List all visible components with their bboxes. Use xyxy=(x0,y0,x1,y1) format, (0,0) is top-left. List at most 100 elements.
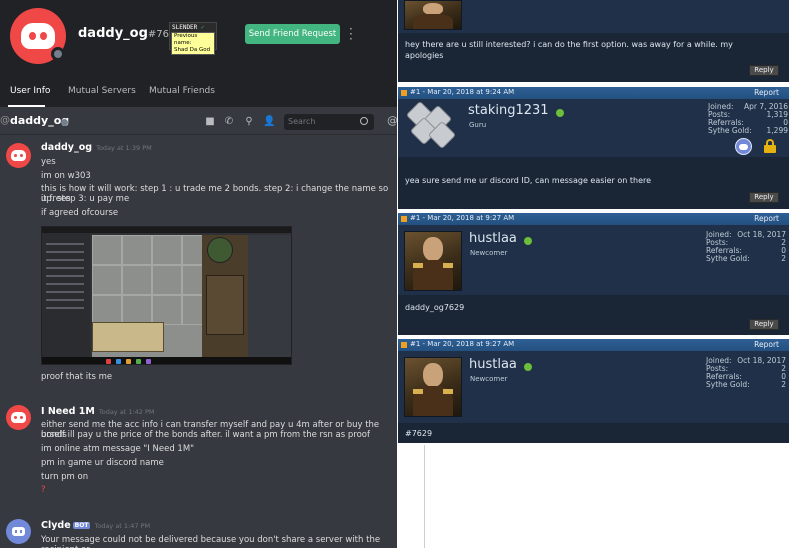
post-body: #7629 xyxy=(398,423,789,443)
post-container: #1 - Mar 20, 2018 at 9:27 AM Report hust… xyxy=(398,213,789,335)
clyde-bot-icon xyxy=(12,527,25,536)
post-username[interactable]: hustlaa xyxy=(469,231,517,246)
post-id-date[interactable]: #1 - Mar 20, 2018 at 9:27 AM xyxy=(410,340,514,348)
username-text: daddy_og xyxy=(78,26,148,41)
report-link[interactable]: Report xyxy=(754,88,779,97)
post-username[interactable]: hustlaa xyxy=(469,357,517,372)
more-options-icon[interactable]: · · · xyxy=(349,23,355,45)
screenshot-minimap xyxy=(207,237,233,263)
forum-post: hey there are u still interested? i can … xyxy=(397,0,790,84)
add-friend-icon[interactable]: 👤 xyxy=(263,116,275,128)
screenshot-right-pane xyxy=(248,235,291,357)
post-text: hey there are u still interested? i can … xyxy=(405,40,733,49)
avatar[interactable] xyxy=(6,143,31,168)
profile-header: daddy_og#7629 SLENDER ✓ Previous name: S… xyxy=(0,0,397,107)
reply-button[interactable]: Reply xyxy=(749,192,779,203)
post-username[interactable]: staking1231 xyxy=(468,103,549,118)
discord-profile-panel: daddy_og#7629 SLENDER ✓ Previous name: S… xyxy=(0,0,397,548)
video-call-icon[interactable]: ■ xyxy=(204,116,216,128)
report-link[interactable]: Report xyxy=(754,340,779,349)
user-stats: Joined: Oct 18, 2017 Posts: 2 Referrals: 0 … xyxy=(706,356,786,389)
attached-screenshot[interactable] xyxy=(41,226,292,365)
user-rank: Newcomer xyxy=(470,249,508,257)
recipient-status-dot xyxy=(61,119,68,126)
mention-icon[interactable]: @ xyxy=(387,114,397,127)
profile-tabs: User Info Mutual Servers Mutual Friends xyxy=(0,78,397,107)
online-indicator xyxy=(556,109,564,117)
lock-icon xyxy=(764,139,776,153)
user-avatar[interactable] xyxy=(404,0,462,30)
message-author[interactable]: I Need 1M Today at 1:42 PM xyxy=(41,406,155,417)
tab-user-info[interactable]: User Info xyxy=(10,86,50,96)
post-meta-bar: #1 - Mar 20, 2018 at 9:27 AM Report xyxy=(398,213,789,225)
post-marker-icon xyxy=(401,216,407,222)
divider xyxy=(424,445,425,548)
at-icon: @ xyxy=(0,115,10,126)
message-timestamp: Today at 1:39 PM xyxy=(96,144,152,152)
user-rank: Guru xyxy=(469,121,487,129)
user-avatar[interactable] xyxy=(404,100,460,150)
forum-post: #1 - Mar 20, 2018 at 9:27 AM Report hust… xyxy=(397,339,790,445)
message-text: Your message could not be delivered beca… xyxy=(41,535,381,548)
message-timestamp: Today at 1:42 PM xyxy=(98,408,155,416)
tooltip-title: SLENDER ✓ xyxy=(172,24,205,31)
message-text: im on w303 xyxy=(41,171,91,181)
forum-post: #1 - Mar 20, 2018 at 9:24 AM Report stak… xyxy=(397,87,790,211)
tab-mutual-servers[interactable]: Mutual Servers xyxy=(68,86,136,96)
clyde-avatar[interactable] xyxy=(6,519,31,544)
tooltip-box: Previous name: Shad Da God xyxy=(171,32,215,55)
post-user-panel xyxy=(398,0,789,33)
discord-badge-icon xyxy=(735,138,752,155)
forum-thread-panel: hey there are u still interested? i can … xyxy=(397,0,790,548)
post-marker-icon xyxy=(401,90,407,96)
message-text: proof that its me xyxy=(41,372,113,382)
discord-logo-icon xyxy=(21,23,55,49)
screenshot-inventory xyxy=(206,275,244,335)
profile-username: daddy_og#7629 xyxy=(78,26,182,41)
post-meta-bar: #1 - Mar 20, 2018 at 9:24 AM Report xyxy=(398,87,789,99)
send-friend-request-button[interactable]: Send Friend Request xyxy=(245,24,340,44)
user-avatar[interactable] xyxy=(404,231,462,291)
reply-button[interactable]: Reply xyxy=(749,319,779,330)
reply-button[interactable]: Reply xyxy=(749,65,779,76)
post-body: daddy_og7629 Reply xyxy=(398,295,789,335)
pin-icon[interactable]: ⚲ xyxy=(243,116,255,128)
report-link[interactable]: Report xyxy=(754,214,779,223)
tab-mutual-friends[interactable]: Mutual Friends xyxy=(149,86,215,96)
screenshot-chatbox xyxy=(92,322,164,352)
tooltip-line-2: Shad Da God xyxy=(174,47,211,53)
screenshot-taskbar xyxy=(42,357,291,364)
message-text: up. step 3: u pay me xyxy=(41,194,130,204)
online-indicator xyxy=(524,237,532,245)
post-marker-icon xyxy=(401,342,407,348)
post-meta-bar: #1 - Mar 20, 2018 at 9:27 AM Report xyxy=(398,339,789,351)
post-body: yea sure send me ur discord ID, can mess… xyxy=(398,157,789,209)
bot-badge: BOT xyxy=(72,522,91,529)
post-container: hey there are u still interested? i can … xyxy=(398,0,789,82)
message-author[interactable]: daddy_og Today at 1:39 PM xyxy=(41,142,152,153)
post-text: daddy_og7629 xyxy=(405,303,465,312)
search-placeholder: Search xyxy=(288,117,316,126)
message-text: pm in game ur discord name xyxy=(41,458,164,468)
post-user-panel: staking1231 Guru Joined: Apr 7, 2016 Post… xyxy=(398,99,789,157)
discord-logo-icon xyxy=(11,150,26,161)
status-indicator xyxy=(51,47,65,61)
message-text: im online atm message "I Need 1M" xyxy=(41,444,195,454)
user-rank: Newcomer xyxy=(470,375,508,383)
user-stats: Joined: Oct 18, 2017 Posts: 2 Referrals: 0 … xyxy=(706,230,786,263)
post-container: #1 - Mar 20, 2018 at 9:27 AM Report hust… xyxy=(398,339,789,443)
avatar[interactable] xyxy=(6,405,31,430)
post-id-date[interactable]: #1 - Mar 20, 2018 at 9:24 AM xyxy=(410,88,514,96)
user-avatar[interactable] xyxy=(404,357,462,417)
search-input[interactable]: Search xyxy=(284,114,374,130)
dm-channel-header: @ daddy_og ■ ✆ ⚲ 👤 Search @ xyxy=(0,109,397,135)
message-author[interactable]: Clyde BOT Today at 1:47 PM xyxy=(41,520,150,531)
screenshot-collage: daddy_og#7629 SLENDER ✓ Previous name: S… xyxy=(0,0,790,548)
phone-icon[interactable]: ✆ xyxy=(223,116,235,128)
message-text: ? xyxy=(41,485,46,495)
post-text: apologies xyxy=(405,51,444,60)
post-body: hey there are u still interested? i can … xyxy=(398,33,789,82)
active-tab-underline xyxy=(8,105,45,107)
previous-name-tooltip: SLENDER ✓ Previous name: Shad Da God xyxy=(169,22,217,55)
post-id-date[interactable]: #1 - Mar 20, 2018 at 9:27 AM xyxy=(410,214,514,222)
